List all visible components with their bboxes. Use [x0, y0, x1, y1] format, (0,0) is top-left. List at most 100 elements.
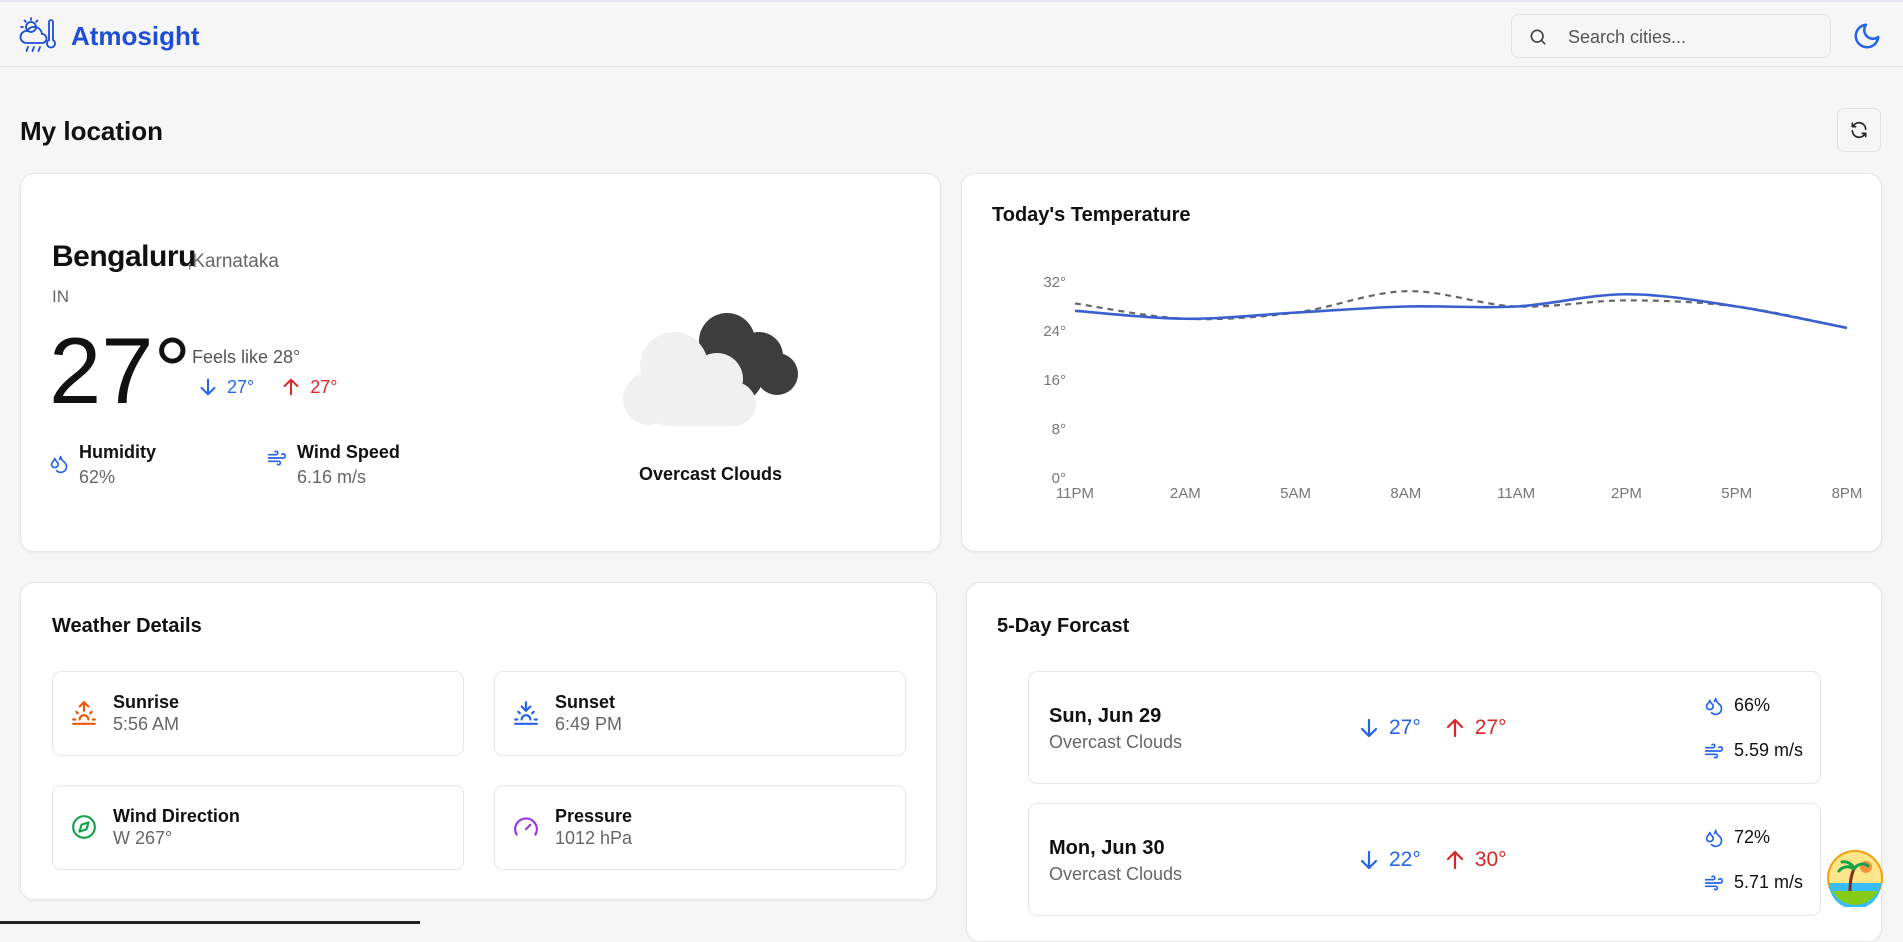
x-tick-label: 5PM — [1721, 485, 1752, 502]
humidity-stat: Humidity 62% — [49, 442, 156, 488]
wind-icon — [267, 450, 287, 466]
y-tick-label: 24° — [1043, 323, 1066, 340]
x-tick-label: 2PM — [1611, 485, 1642, 502]
forecast-wind-value: 5.59 m/s — [1734, 740, 1804, 760]
droplets-icon — [1705, 829, 1723, 847]
forecast-desc: Overcast Clouds — [1049, 732, 1183, 752]
app-name: Atmosight — [71, 20, 200, 51]
forecast-humidity: 66% — [1704, 695, 1770, 716]
arrow-down-icon — [200, 378, 216, 396]
wind-direction-value: W 267° — [113, 828, 173, 848]
current-temperature: 27° — [49, 318, 192, 423]
arrow-up-icon — [1446, 850, 1463, 870]
forecast-wind: 5.59 m/s — [1704, 740, 1803, 761]
feels-like-series-line — [1074, 290, 1848, 330]
forecast-max: 27° — [1443, 716, 1507, 740]
temperature-line-chart: 0°8°16°24°32°11PM 2AM 5AM 8AM 11AM 2PM 5PM 8PM — [1043, 274, 1863, 502]
gauge-icon — [514, 817, 538, 836]
app-header: Atmosight — [0, 0, 1903, 67]
y-tick-label: 8° — [1052, 421, 1066, 438]
droplets-icon — [1705, 697, 1723, 715]
forecast-humidity-value: 66% — [1734, 695, 1771, 715]
sunrise-value: 5:56 AM — [113, 714, 180, 734]
arrow-up-icon — [1446, 718, 1463, 738]
min-temp-value: 27° — [227, 376, 255, 397]
forecast-date: Sun, Jun 29 — [1049, 705, 1162, 727]
sunrise-tile: Sunrise 5:56 AM — [52, 671, 464, 756]
refresh-button[interactable] — [1837, 108, 1881, 152]
city-search[interactable] — [1511, 14, 1831, 58]
forecast-max: 30° — [1443, 848, 1507, 872]
moon-icon — [1854, 23, 1880, 49]
forecast-wind: 5.71 m/s — [1704, 872, 1803, 893]
x-tick-label: 2AM — [1170, 485, 1201, 502]
x-tick-label: 11PM — [1056, 485, 1094, 502]
sunset-value: 6:49 PM — [555, 714, 623, 734]
y-tick-label: 16° — [1043, 372, 1066, 389]
forecast-desc: Overcast Clouds — [1049, 864, 1183, 884]
forecast-day[interactable]: Mon, Jun 30 Overcast Clouds 22° 30° 72% … — [1028, 803, 1821, 916]
feels-like: Feels like 28° — [192, 347, 301, 367]
wind-value: 6.16 m/s — [297, 467, 367, 487]
forecast-day[interactable]: Sun, Jun 29 Overcast Clouds 27° 27° 66% … — [1028, 671, 1821, 784]
app-logo[interactable]: Atmosight — [19, 16, 200, 56]
forecast-card: 5-Day Forcast Sun, Jun 29 Overcast Cloud… — [966, 582, 1882, 942]
sunrise-label: Sunrise — [113, 692, 180, 712]
theme-toggle-button[interactable] — [1852, 21, 1882, 56]
forecast-max-value: 30° — [1474, 848, 1507, 871]
forecast-min-value: 27° — [1389, 716, 1421, 739]
forecast-date: Mon, Jun 30 — [1049, 837, 1165, 859]
sunset-tile: Sunset 6:49 PM — [494, 671, 906, 756]
country-code: IN — [52, 287, 69, 306]
temperature-series-line — [1074, 292, 1848, 330]
refresh-icon — [1851, 121, 1867, 139]
humidity-label: Humidity — [79, 442, 157, 462]
max-temp-value: 27° — [310, 376, 338, 397]
current-weather-card: Bengaluru ,Karnataka IN 27° Feels like 2… — [20, 173, 941, 552]
max-temp: 27° — [280, 376, 337, 398]
wind-direction-label: Wind Direction — [113, 806, 240, 826]
forecast-min: 27° — [1357, 716, 1421, 740]
city-name: Bengaluru — [52, 240, 196, 273]
forecast-humidity: 72% — [1704, 827, 1770, 848]
y-tick-label: 32° — [1043, 274, 1066, 291]
x-tick-label: 8PM — [1832, 485, 1863, 502]
x-tick-label: 5AM — [1280, 485, 1311, 502]
forecast-title: 5-Day Forcast — [997, 615, 1130, 637]
forecast-min-value: 22° — [1389, 848, 1421, 871]
sunset-icon — [514, 701, 538, 725]
forecast-humidity-value: 72% — [1734, 827, 1771, 847]
droplets-icon — [50, 455, 68, 474]
arrow-down-icon — [1360, 718, 1378, 738]
arrow-down-icon — [1360, 850, 1378, 870]
search-input[interactable] — [1566, 23, 1820, 51]
weather-details-card: Weather Details Sunrise 5:56 AM Sunset 6… — [20, 582, 937, 900]
wind-direction-tile: Wind Direction W 267° — [52, 785, 464, 870]
region-name: ,Karnataka — [187, 251, 279, 272]
forecast-max-value: 27° — [1474, 716, 1507, 739]
details-title: Weather Details — [52, 615, 202, 637]
arrow-up-icon — [283, 378, 299, 396]
wind-icon — [1704, 743, 1724, 758]
overcast-clouds-icon — [623, 313, 798, 426]
sunrise-icon — [72, 701, 96, 725]
forecast-temps: 22° 30° — [1357, 848, 1507, 872]
pressure-label: Pressure — [555, 806, 633, 826]
forecast-temps: 27° 27° — [1357, 716, 1507, 740]
pressure-tile: Pressure 1012 hPa — [494, 785, 906, 870]
wind-stat: Wind Speed 6.16 m/s — [267, 442, 400, 488]
weather-logo-icon — [19, 17, 56, 52]
beach-badge-icon[interactable] — [1826, 849, 1884, 907]
forecast-min: 22° — [1357, 848, 1421, 872]
sunset-label: Sunset — [555, 692, 616, 712]
min-temp: 27° — [197, 376, 254, 398]
x-tick-label: 11AM — [1497, 485, 1535, 502]
temperature-chart-card: Today's Temperature 0° 8° 16° 24° 32° 11PM 2AM… — [961, 173, 1882, 552]
x-tick-label: 8AM — [1390, 485, 1421, 502]
min-max-temps: 27° 27° — [197, 376, 337, 398]
search-icon — [1530, 29, 1546, 45]
page-title: My location — [20, 116, 164, 146]
pressure-value: 1012 hPa — [555, 828, 633, 848]
wind-label: Wind Speed — [297, 442, 400, 462]
forecast-wind-value: 5.71 m/s — [1734, 872, 1804, 892]
